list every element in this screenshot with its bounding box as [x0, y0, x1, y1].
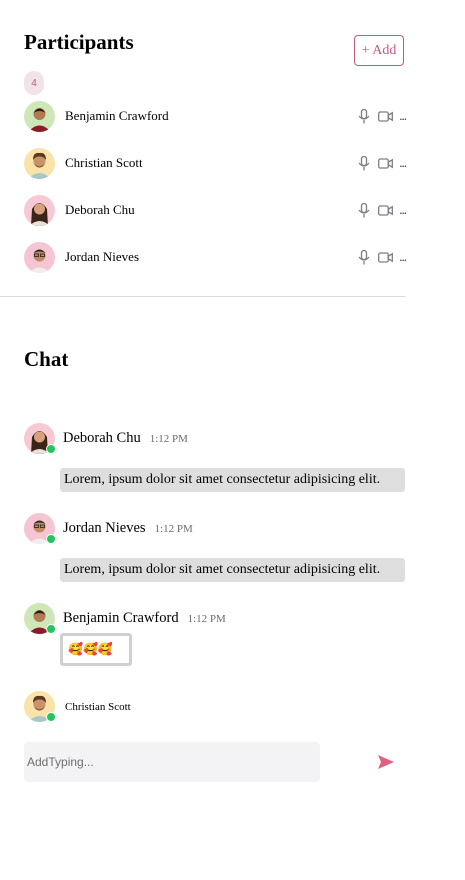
message-sender: Benjamin Crawford — [63, 610, 179, 626]
avatar-christian — [24, 147, 55, 179]
more-options-icon[interactable]: ... — [399, 249, 407, 265]
participant-row[interactable]: Benjamin Crawford ... — [24, 99, 407, 133]
avatar-deborah — [24, 423, 56, 454]
participant-row[interactable]: Christian Scott ... — [24, 146, 407, 180]
avatar-jordan — [24, 241, 55, 273]
participant-name: Jordan Nieves — [65, 249, 140, 264]
more-options-icon[interactable]: ... — [399, 155, 407, 171]
message-sender: Deborah Chu — [63, 430, 141, 446]
avatar-christian — [24, 691, 56, 722]
participant-name: Christian Scott — [65, 155, 143, 170]
typing-indicator: Christian Scott — [24, 691, 131, 722]
chat-message-header: Deborah Chu 1:12 PM — [24, 423, 188, 454]
online-status-dot — [46, 534, 56, 544]
microphone-icon[interactable] — [358, 202, 370, 218]
message-time: 1:12 PM — [187, 612, 226, 625]
add-participant-button[interactable]: + Add — [354, 35, 404, 66]
online-status-dot — [46, 444, 56, 454]
participant-row[interactable]: Jordan Nieves ... — [24, 240, 407, 274]
message-input[interactable] — [24, 742, 320, 782]
chat-message-header: Jordan Nieves 1:12 PM — [24, 513, 193, 544]
typing-user-name: Christian Scott — [65, 700, 131, 713]
participant-row[interactable]: Deborah Chu ... — [24, 193, 407, 227]
avatar-deborah — [24, 194, 55, 226]
message-time: 1:12 PM — [149, 432, 188, 445]
participant-name: Deborah Chu — [65, 202, 135, 217]
more-options-icon[interactable]: ... — [399, 108, 407, 124]
chat-title: Chat — [24, 347, 69, 371]
participant-name: Benjamin Crawford — [65, 108, 169, 123]
avatar-jordan — [24, 513, 56, 544]
message-bubble: Lorem, ipsum dolor sit amet consectetur … — [60, 558, 405, 582]
avatar-benjamin — [24, 603, 56, 634]
microphone-icon[interactable] — [358, 108, 370, 124]
avatar-benjamin — [24, 100, 55, 132]
video-camera-icon[interactable] — [378, 157, 394, 169]
participant-count-badge: 4 — [24, 71, 44, 95]
message-time: 1:12 PM — [154, 522, 193, 535]
send-button[interactable] — [375, 752, 397, 772]
section-divider — [0, 296, 406, 297]
video-camera-icon[interactable] — [378, 204, 394, 216]
message-sender: Jordan Nieves — [63, 520, 146, 536]
video-camera-icon[interactable] — [378, 251, 394, 263]
microphone-icon[interactable] — [358, 155, 370, 171]
online-status-dot — [46, 624, 56, 634]
more-options-icon[interactable]: ... — [399, 202, 407, 218]
video-camera-icon[interactable] — [378, 110, 394, 122]
emoji-message: 🥰🥰🥰 — [60, 633, 132, 666]
participants-title: Participants — [24, 30, 134, 54]
message-bubble: Lorem, ipsum dolor sit amet consectetur … — [60, 468, 405, 492]
chat-message-header: Benjamin Crawford 1:12 PM — [24, 603, 226, 634]
online-status-dot — [46, 712, 56, 722]
microphone-icon[interactable] — [358, 249, 370, 265]
send-icon — [378, 755, 394, 769]
